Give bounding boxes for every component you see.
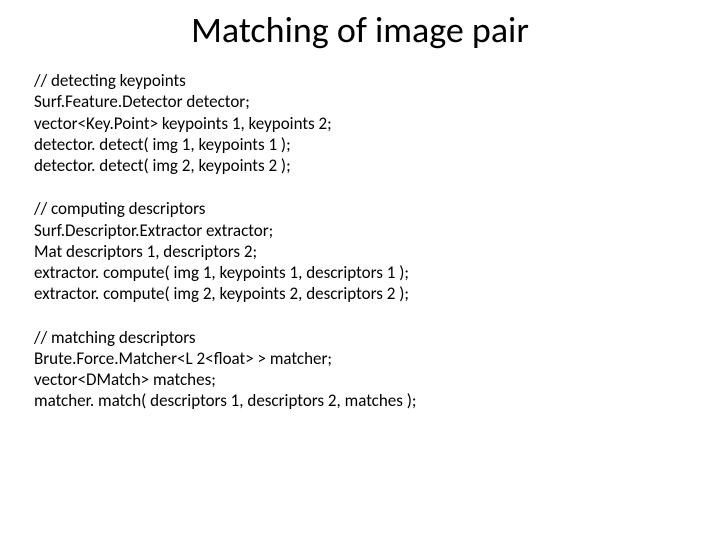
code-line: Brute.Force.Matcher<L 2<float> > matcher… [34,348,686,369]
slide-content: // detecting keypoints Surf.Feature.Dete… [0,70,720,412]
code-block-matching: // matching descriptors Brute.Force.Matc… [34,327,686,412]
code-line: extractor. compute( img 1, keypoints 1, … [34,262,686,283]
code-line: vector<DMatch> matches; [34,369,686,390]
code-line: matcher. match( descriptors 1, descripto… [34,390,686,411]
code-line: // detecting keypoints [34,70,686,91]
code-block-detecting: // detecting keypoints Surf.Feature.Dete… [34,70,686,176]
code-block-computing: // computing descriptors Surf.Descriptor… [34,198,686,304]
code-line: Surf.Descriptor.Extractor extractor; [34,220,686,241]
code-line: Surf.Feature.Detector detector; [34,91,686,112]
code-line: extractor. compute( img 2, keypoints 2, … [34,283,686,304]
code-line: detector. detect( img 1, keypoints 1 ); [34,134,686,155]
code-line: // computing descriptors [34,198,686,219]
code-line: vector<Key.Point> keypoints 1, keypoints… [34,113,686,134]
code-line: Mat descriptors 1, descriptors 2; [34,241,686,262]
slide-title: Matching of image pair [0,0,720,70]
code-line: detector. detect( img 2, keypoints 2 ); [34,155,686,176]
slide: Matching of image pair // detecting keyp… [0,0,720,540]
code-line: // matching descriptors [34,327,686,348]
